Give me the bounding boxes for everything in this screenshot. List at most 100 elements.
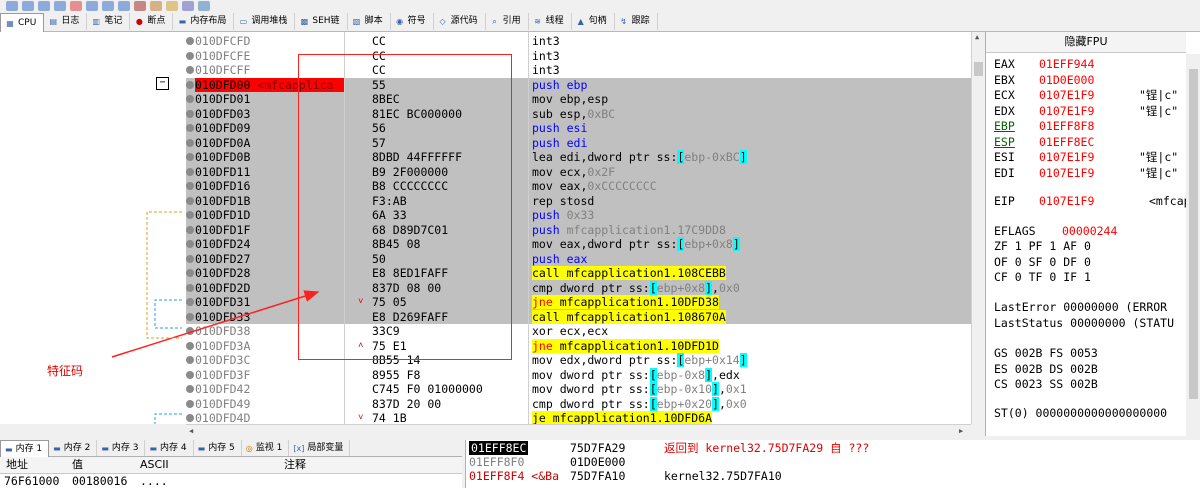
callstack-icon: ▭ — [239, 17, 248, 26]
breakpoint-dot-icon[interactable] — [186, 327, 194, 335]
breakpoint-dot-icon[interactable] — [186, 153, 194, 161]
disasm-row[interactable]: 010DFD49 837D 20 00 cmp dword ptr ss:[ebp+… — [186, 396, 971, 412]
tab-memory-map[interactable]: ▬ 内存布局 — [173, 13, 235, 30]
toolbar-button-icon[interactable] — [22, 1, 34, 11]
handle-icon: ▲ — [577, 17, 584, 26]
stack-row[interactable]: 01EFF8F0 01D0E000 — [466, 455, 1200, 469]
memory-tab-3[interactable]: ▬ 内存 3 — [97, 440, 146, 456]
breakpoint-dot-icon[interactable] — [186, 341, 194, 350]
disasm-row[interactable]: 010DFD42 C745 F0 01000000 mov dword ptr ss… — [186, 382, 971, 397]
toolbar-button-icon[interactable] — [70, 1, 82, 11]
watch-icon: ◎ — [245, 443, 253, 453]
disasm-row[interactable]: 010DFCFD CC int3 — [186, 34, 971, 49]
tab-label: 断点 — [147, 16, 166, 26]
stack-row[interactable]: 01EFF8EC 75D7FA29 返回到 kernel32.75D7FA29 自 … — [466, 441, 1200, 455]
breakpoint-dot-icon[interactable] — [186, 298, 194, 306]
breakpoint-dot-icon[interactable] — [186, 80, 194, 89]
disassembly-vertical-scrollbar[interactable]: ▲ — [971, 32, 985, 424]
toolbar-button-icon[interactable] — [134, 1, 146, 11]
breakpoint-dot-icon[interactable] — [186, 414, 194, 422]
breakpoint-dot-icon[interactable] — [186, 138, 194, 147]
breakpoint-dot-icon[interactable] — [186, 66, 194, 74]
memory-header-value[interactable]: 值 — [72, 457, 83, 473]
memory-tab-6[interactable]: ◎ 监视 1 — [242, 440, 290, 456]
toolbar-button-icon[interactable] — [6, 1, 18, 11]
instruction-token: ebp+0x8 — [656, 280, 706, 295]
toolbar-button-icon[interactable] — [166, 1, 178, 11]
address-text: 010DFD33 — [195, 309, 251, 324]
breakpoint-dot-icon[interactable] — [186, 124, 194, 132]
breakpoint-dot-icon[interactable] — [186, 269, 194, 277]
tab-reference[interactable]: ⌕ 引用 — [486, 13, 529, 30]
scroll-right-icon[interactable]: ▶ — [959, 427, 963, 435]
tab-script[interactable]: ▧ 脚本 — [348, 13, 391, 30]
tab-seh[interactable]: ▩ SEH链 — [295, 13, 348, 30]
stack-row[interactable]: 01EFF8F4 <&Ba 75D7FA10 kernel32.75D7FA10 — [466, 469, 1200, 483]
breakpoint-dot-icon[interactable] — [186, 51, 194, 60]
registers-scrollbar[interactable] — [1186, 54, 1200, 436]
breakpoint-dot-icon[interactable] — [186, 399, 194, 408]
scroll-thumb[interactable] — [1189, 69, 1198, 399]
jump-direction-icon: ˅ — [358, 413, 364, 423]
scroll-left-icon[interactable]: ◀ — [189, 427, 193, 435]
breakpoint-dot-icon[interactable] — [186, 37, 194, 45]
toolbar-button-icon[interactable] — [182, 1, 194, 11]
memory-tab-5[interactable]: ▬ 内存 5 — [194, 440, 242, 456]
toolbar-button-icon[interactable] — [102, 1, 114, 11]
breakpoint-dot-icon[interactable] — [186, 225, 194, 234]
memory-tab-4[interactable]: ▬ 内存 4 — [145, 440, 194, 456]
tab-trace[interactable]: ↯ 跟踪 — [615, 13, 658, 30]
memory-row[interactable]: 76F61000 00180016 .... — [0, 474, 462, 488]
collapse-toggle[interactable]: − — [156, 77, 169, 90]
breakpoint-dot-icon[interactable] — [186, 240, 194, 248]
scroll-up-icon[interactable]: ▲ — [975, 33, 979, 41]
hide-fpu-button[interactable]: 隐藏FPU — [986, 32, 1186, 53]
memory-header-comment[interactable]: 注释 — [284, 457, 306, 473]
tab-log[interactable]: ▤ 日志 — [44, 13, 88, 30]
tab-thread[interactable]: ≋ 线程 — [529, 13, 572, 30]
disasm-instruction: mov ecx,0x2F — [532, 165, 615, 180]
breakpoint-dot-icon[interactable] — [186, 356, 194, 364]
disasm-instruction: mov dword ptr ss:[ebp-0x10],0x1 — [532, 382, 747, 397]
scroll-thumb[interactable] — [974, 62, 983, 76]
breakpoint-dot-icon[interactable] — [186, 283, 194, 292]
tab-cpu[interactable]: ▦ CPU — [0, 13, 45, 32]
memory-tab-7[interactable]: [x] 局部变量 — [289, 440, 351, 456]
breakpoint-dot-icon[interactable] — [186, 385, 194, 393]
breakpoint-dot-icon[interactable] — [186, 211, 194, 219]
tab-handle[interactable]: ▲ 句柄 — [572, 13, 615, 30]
disassembly-horizontal-scrollbar[interactable]: ◀ ▶ — [186, 424, 971, 437]
breakpoint-dot-icon[interactable] — [186, 95, 194, 103]
toolbar-button-icon[interactable] — [38, 1, 50, 11]
disasm-instruction: mov eax,0xCCCCCCCC — [532, 179, 657, 194]
toolbar-button-icon[interactable] — [86, 1, 98, 11]
memory-header-address[interactable]: 地址 — [6, 457, 28, 473]
disasm-row[interactable]: 010DFD3F 8955 F8 mov dword ptr ss:[ebp-0x8… — [186, 367, 971, 383]
tab-notes[interactable]: ▥ 笔记 — [87, 13, 131, 30]
register-name: EBX — [994, 72, 1015, 87]
breakpoint-dot-icon[interactable] — [186, 196, 194, 205]
tab-source[interactable]: ◇ 源代码 — [434, 13, 486, 30]
breakpoint-dot-icon[interactable] — [186, 167, 194, 176]
tab-callstack[interactable]: ▭ 调用堆栈 — [234, 13, 296, 30]
tab-breakpoint[interactable]: ● 断点 — [130, 13, 174, 30]
toolbar-button-icon[interactable] — [118, 1, 130, 11]
annotation-highlight-box — [298, 54, 512, 360]
instruction-token: xor ecx,ecx — [532, 324, 609, 338]
memory-header-ascii[interactable]: ASCII — [140, 457, 169, 473]
tab-symbol[interactable]: ◉ 符号 — [391, 13, 434, 30]
toolbar-button-icon[interactable] — [54, 1, 66, 11]
breakpoint-dot-icon[interactable] — [186, 182, 194, 190]
memory-tab-1[interactable]: ▬ 内存 1 — [0, 440, 50, 457]
breakpoint-dot-icon[interactable] — [186, 254, 194, 263]
memory-tab-2[interactable]: ▬ 内存 2 — [49, 440, 98, 456]
breakpoint-dot-icon[interactable] — [186, 109, 194, 118]
disasm-instruction: push eax — [532, 252, 587, 267]
breakpoint-dot-icon[interactable] — [186, 370, 194, 379]
stack-view[interactable]: 01EFF8EC 75D7FA29 返回到 kernel32.75D7FA29 自 … — [465, 440, 1200, 488]
toolbar-button-icon[interactable] — [150, 1, 162, 11]
disasm-row[interactable]: 010DFD4D ˅ 74 1B je mfcapplication1.10DFD6A — [186, 411, 971, 424]
register-name: EAX — [994, 57, 1015, 71]
breakpoint-dot-icon[interactable] — [186, 312, 194, 321]
toolbar-button-icon[interactable] — [198, 1, 210, 11]
